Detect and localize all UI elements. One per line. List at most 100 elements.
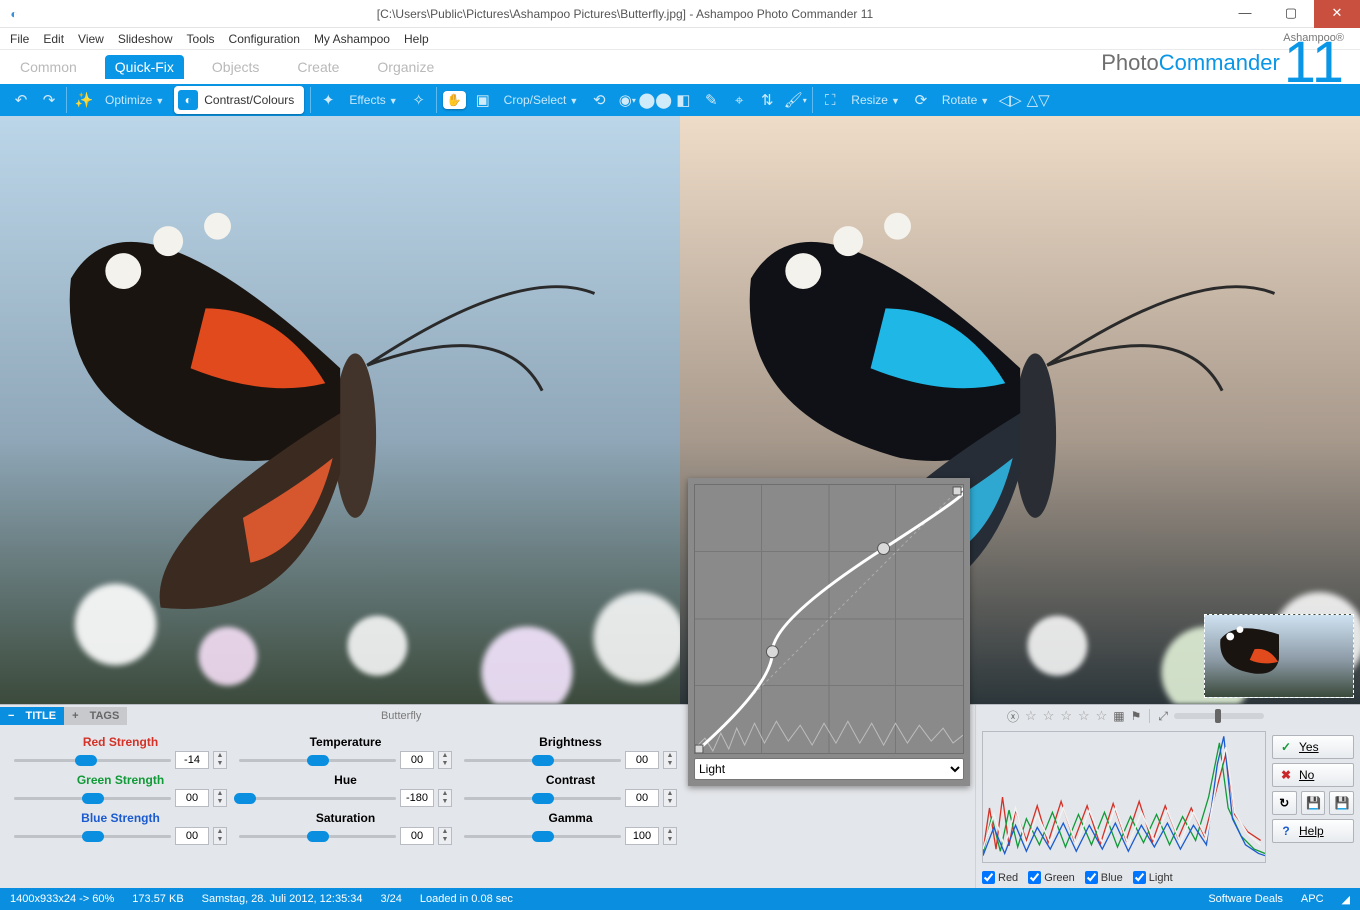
curves-panel[interactable]: Light [688,478,970,786]
rotate-image-icon[interactable]: ⟲ [588,89,610,111]
flag-icon[interactable]: ⚑ [1131,709,1142,723]
rotate-tool-icon[interactable]: ⟳ [910,89,932,111]
tab-create[interactable]: Create [287,55,349,79]
slider-track[interactable] [464,829,621,843]
star-3[interactable]: ☆ [1060,708,1072,724]
tag-icon[interactable]: ▦ [1113,709,1124,723]
contrast-icon: ◐ [178,90,198,110]
menu-tools[interactable]: Tools [187,32,215,46]
star-4[interactable]: ☆ [1078,708,1090,724]
slider-value-input[interactable] [625,751,659,769]
slider-spinner[interactable]: ▲▼ [438,751,452,769]
star-5[interactable]: ☆ [1096,708,1108,724]
effects-dropdown[interactable]: Effects▼ [345,93,401,107]
minimize-button[interactable]: — [1222,0,1268,28]
tab-common[interactable]: Common [10,55,87,79]
close-button[interactable]: ✕ [1314,0,1360,28]
maximize-button[interactable]: ▢ [1268,0,1314,28]
redeye-icon[interactable]: ◉▾ [616,89,638,111]
slider-value-input[interactable] [400,827,434,845]
original-image-pane[interactable] [0,116,680,704]
menu-configuration[interactable]: Configuration [229,32,300,46]
undo-button[interactable]: ↶ [10,89,32,111]
tab-organize[interactable]: Organize [367,55,444,79]
tab-objects[interactable]: Objects [202,55,269,79]
slider-spinner[interactable]: ▲▼ [438,827,452,845]
slider-value-input[interactable] [625,789,659,807]
status-deals-link[interactable]: Software Deals [1208,893,1283,905]
save-button[interactable]: 💾 [1301,791,1326,815]
apply-no-button[interactable]: ✖No [1272,763,1354,787]
curves-channel-select[interactable]: Light [694,758,964,780]
curves-plot[interactable] [694,484,964,754]
fit-screen-icon[interactable]: ⤢ [1158,709,1168,724]
sparkle-icon[interactable]: ✧ [408,89,430,111]
brush-icon[interactable]: 🖌▾ [784,89,806,111]
slider-track[interactable] [14,829,171,843]
menu-view[interactable]: View [78,32,104,46]
image-title-field[interactable]: Butterfly [127,710,675,722]
rotate-dropdown[interactable]: Rotate▼ [938,93,993,107]
slider-track[interactable] [239,829,396,843]
menu-my-ashampoo[interactable]: My Ashampoo [314,32,390,46]
slider-spinner[interactable]: ▲▼ [663,789,677,807]
check-blue[interactable]: Blue [1085,871,1123,884]
dropper-icon[interactable]: ✎ [700,89,722,111]
tags-expand-button[interactable]: + TAGS [64,707,127,725]
menu-slideshow[interactable]: Slideshow [118,32,173,46]
slider-track[interactable] [464,791,621,805]
slider-value-input[interactable] [400,751,434,769]
optimize-dropdown[interactable]: Optimize▼ [101,93,168,107]
stamp-icon[interactable]: ⌖ [728,89,750,111]
menu-help[interactable]: Help [404,32,429,46]
tab-quick-fix[interactable]: Quick-Fix [105,55,184,79]
clone-icon[interactable]: ⬤⬤ [644,89,666,111]
slider-value-input[interactable] [175,751,209,769]
help-button[interactable]: ?Help [1272,819,1354,843]
hand-tool-button[interactable]: ✋ [443,91,466,109]
slider-spinner[interactable]: ▲▼ [663,751,677,769]
zoom-slider[interactable] [1174,713,1264,719]
apply-yes-button[interactable]: ✓Yes [1272,735,1354,759]
menu-edit[interactable]: Edit [43,32,64,46]
redo-button[interactable]: ↷ [38,89,60,111]
slider-spinner[interactable]: ▲▼ [213,751,227,769]
slider-track[interactable] [14,791,171,805]
reset-button[interactable]: ↻ [1272,791,1297,815]
resize-icon[interactable]: ⛶ [819,89,841,111]
crop-dropdown[interactable]: Crop/Select▼ [500,93,583,107]
effects-icon[interactable]: ✦ [317,89,339,111]
resize-dropdown[interactable]: Resize▼ [847,93,904,107]
slider-value-input[interactable] [625,827,659,845]
check-green[interactable]: Green [1028,871,1075,884]
check-light[interactable]: Light [1133,871,1173,884]
slider-track[interactable] [14,753,171,767]
slider-spinner[interactable]: ▲▼ [663,827,677,845]
title-collapse-button[interactable]: − TITLE [0,707,64,725]
slider-value-input[interactable] [400,789,434,807]
wand-icon[interactable]: ✨ [73,89,95,111]
slider-spinner[interactable]: ▲▼ [438,789,452,807]
status-resize-grip[interactable]: ◢ [1342,893,1350,906]
slider-gamma: Gamma▲▼ [458,809,683,847]
contrast-colours-button[interactable]: ◐ Contrast/Colours [174,86,304,114]
slider-value-input[interactable] [175,827,209,845]
clear-rating-button[interactable]: ⓧ [1007,708,1019,725]
flip-v-icon[interactable]: △▽ [1027,89,1049,111]
star-1[interactable]: ☆ [1025,708,1037,724]
menu-file[interactable]: File [10,32,29,46]
levels-icon[interactable]: ⇅ [756,89,778,111]
star-2[interactable]: ☆ [1043,708,1055,724]
slider-track[interactable] [464,753,621,767]
check-red[interactable]: Red [982,871,1018,884]
flip-h-icon[interactable]: ◁▷ [999,89,1021,111]
slider-spinner[interactable]: ▲▼ [213,827,227,845]
slider-value-input[interactable] [175,789,209,807]
slider-track[interactable] [239,753,396,767]
crop-icon[interactable]: ▣ [472,89,494,111]
eraser-icon[interactable]: ◧ [672,89,694,111]
slider-spinner[interactable]: ▲▼ [213,789,227,807]
slider-track[interactable] [239,791,396,805]
navigator-thumbnail[interactable] [1204,614,1354,698]
save-as-button[interactable]: 💾 [1329,791,1354,815]
